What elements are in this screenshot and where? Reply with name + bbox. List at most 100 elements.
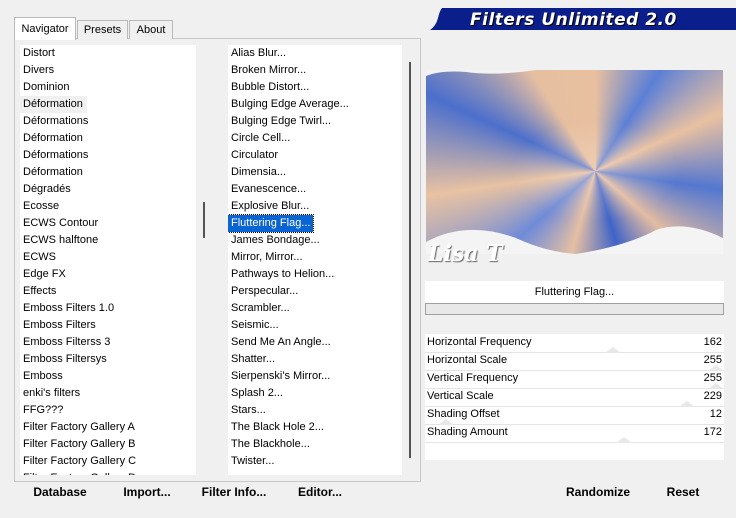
category-item[interactable]: ECWS Contour <box>20 215 196 232</box>
filter-label: Stars... <box>231 404 266 416</box>
category-label: enki's filters <box>23 387 81 399</box>
category-label: Déformations <box>23 149 89 161</box>
filter-item[interactable]: Twister... <box>228 453 402 470</box>
category-label: Filter Factory Gallery B <box>23 438 136 450</box>
filter-item[interactable]: Seismic... <box>228 317 402 334</box>
reset-button[interactable]: Reset <box>658 482 708 502</box>
category-list[interactable]: Distort Divers Dominion Déformation Déformat… <box>20 45 196 475</box>
category-item[interactable]: Déformation <box>20 130 196 147</box>
filter-item[interactable]: Dimensia... <box>228 164 402 181</box>
filter-label: Shatter... <box>231 353 276 365</box>
category-item[interactable]: Déformations <box>20 113 196 130</box>
filter-item[interactable]: Alias Blur... <box>228 45 402 62</box>
parameter-slider[interactable]: Shading Offset 12 <box>425 406 724 425</box>
category-label: Emboss Filters 1.0 <box>23 302 115 314</box>
filter-item[interactable]: Splash 2... <box>228 385 402 402</box>
parameter-slider[interactable]: Shading Amount 172 <box>425 424 724 443</box>
filter-item[interactable]: Bubble Distort... <box>228 79 402 96</box>
filter-item[interactable]: Bulging Edge Twirl... <box>228 113 402 130</box>
category-label: Dominion <box>23 81 70 93</box>
category-label: Edge FX <box>23 268 66 280</box>
filter-item[interactable]: Evanescence... <box>228 181 402 198</box>
category-item[interactable]: Filter Factory Gallery C <box>20 453 196 470</box>
filter-item[interactable]: Sierpenski's Mirror... <box>228 368 402 385</box>
editor-button[interactable]: Editor... <box>294 482 346 502</box>
tab-presets[interactable]: Presets <box>77 20 128 39</box>
category-item[interactable]: Filter Factory Gallery A <box>20 419 196 436</box>
category-item[interactable]: ECWS halftone <box>20 232 196 249</box>
filter-scrollbar[interactable] <box>402 45 418 475</box>
parameter-slider[interactable]: Vertical Frequency 255 <box>425 370 724 389</box>
filter-item[interactable]: Broken Mirror... <box>228 62 402 79</box>
filter-item[interactable]: The Black Hole 2... <box>228 419 402 436</box>
category-label: Déformation <box>20 96 87 113</box>
category-item[interactable]: FFG??? <box>20 402 196 419</box>
filter-item[interactable]: The Blackhole... <box>228 436 402 453</box>
category-item[interactable]: Effects <box>20 283 196 300</box>
filter-label: Evanescence... <box>231 183 307 195</box>
category-item[interactable]: ECWS <box>20 249 196 266</box>
filter-item[interactable]: Scrambler... <box>228 300 402 317</box>
filter-item[interactable]: Pathways to Helion... <box>228 266 402 283</box>
filter-item[interactable]: Stars... <box>228 402 402 419</box>
category-item[interactable]: Déformation <box>20 96 196 113</box>
slider-thumb[interactable] <box>616 437 632 443</box>
category-item[interactable]: Ecosse <box>20 198 196 215</box>
filter-item[interactable]: Fluttering Flag... <box>228 214 402 233</box>
filter-item[interactable]: Circulator <box>228 147 402 164</box>
category-item[interactable]: Filter Factory Gallery B <box>20 436 196 453</box>
category-item[interactable]: Déformation <box>20 164 196 181</box>
category-label: Emboss Filtersys <box>23 353 107 365</box>
progress-bar <box>425 303 724 315</box>
filter-list[interactable]: Alias Blur... Broken Mirror... Bubble Dist… <box>228 45 402 475</box>
category-item[interactable]: Déformations <box>20 147 196 164</box>
filter-item[interactable]: Explosive Blur... <box>228 198 402 215</box>
category-scroll-thumb[interactable] <box>203 202 205 238</box>
database-button[interactable]: Database <box>28 482 92 502</box>
category-item[interactable]: enki's filters <box>20 385 196 402</box>
tab-about[interactable]: About <box>129 20 173 39</box>
filter-label: Splash 2... <box>231 387 283 399</box>
filter-item[interactable]: Send Me An Angle... <box>228 334 402 351</box>
randomize-button[interactable]: Randomize <box>560 482 636 502</box>
parameter-value: 12 <box>709 408 722 420</box>
filter-scroll-thumb[interactable] <box>409 62 411 458</box>
category-item[interactable]: Emboss Filters <box>20 317 196 334</box>
filter-item[interactable]: Mirror, Mirror... <box>228 249 402 266</box>
category-label: Ecosse <box>23 200 60 212</box>
category-item[interactable]: Emboss Filters 1.0 <box>20 300 196 317</box>
filter-item[interactable]: Circle Cell... <box>228 130 402 147</box>
category-label: Déformation <box>23 132 83 144</box>
category-item[interactable]: Dégradés <box>20 181 196 198</box>
category-label: Déformations <box>23 115 89 127</box>
parameter-slider[interactable]: Vertical Scale 229 <box>425 388 724 407</box>
category-item[interactable]: Emboss Filtersys <box>20 351 196 368</box>
category-item[interactable]: Divers <box>20 62 196 79</box>
category-item[interactable]: Filter Factory Gallery D <box>20 470 196 475</box>
category-item[interactable]: Emboss Filterss 3 <box>20 334 196 351</box>
import-button[interactable]: Import... <box>118 482 176 502</box>
tab-navigator[interactable]: Navigator <box>14 17 76 40</box>
filter-item[interactable]: Bulging Edge Average... <box>228 96 402 113</box>
category-item[interactable]: Emboss <box>20 368 196 385</box>
category-item[interactable]: Edge FX <box>20 266 196 283</box>
filter-info-button[interactable]: Filter Info... <box>198 482 270 502</box>
filter-label: Sierpenski's Mirror... <box>231 370 331 382</box>
parameter-slider[interactable]: Horizontal Scale 255 <box>425 352 724 371</box>
filter-item[interactable]: James Bondage... <box>228 232 402 249</box>
filter-label: James Bondage... <box>231 234 320 246</box>
filter-item[interactable]: Shatter... <box>228 351 402 368</box>
category-label: ECWS halftone <box>23 234 99 246</box>
watermark-signature: Lisa T <box>428 241 503 267</box>
category-item[interactable]: Dominion <box>20 79 196 96</box>
category-item[interactable]: Distort <box>20 45 196 62</box>
parameter-slider[interactable]: Horizontal Frequency 162 <box>425 334 724 353</box>
category-label: Emboss <box>23 370 63 382</box>
category-label: FFG??? <box>23 404 64 416</box>
category-scrollbar[interactable] <box>196 45 216 475</box>
category-label: Filter Factory Gallery A <box>23 421 135 433</box>
filter-label: Scrambler... <box>231 302 290 314</box>
filter-label: Circulator <box>231 149 279 161</box>
filter-item[interactable]: Perspecular... <box>228 283 402 300</box>
current-filter-name: Fluttering Flag... <box>425 281 724 303</box>
